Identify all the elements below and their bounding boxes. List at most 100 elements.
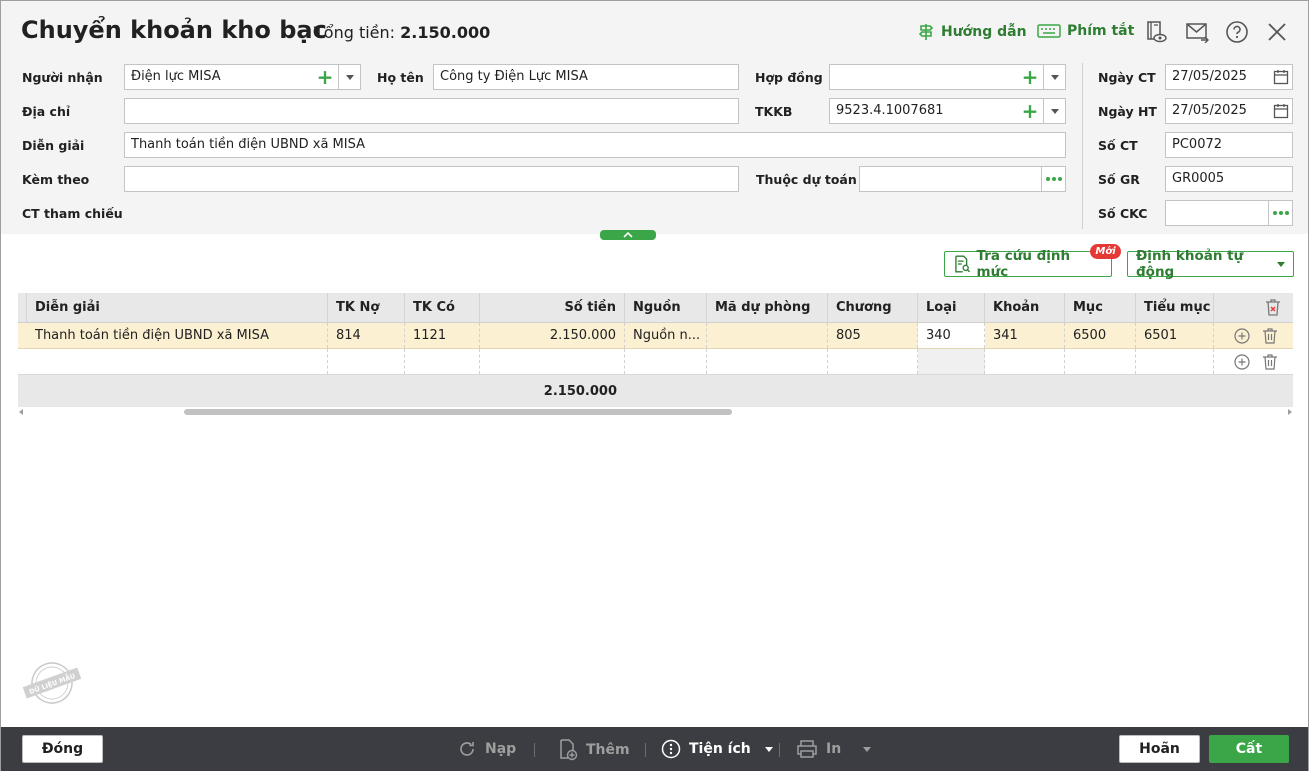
contract-field[interactable]: + — [829, 64, 1066, 90]
cell-description[interactable]: Thanh toán tiền điện UBND xã MISA — [27, 323, 328, 348]
chevron-down-icon — [863, 746, 872, 752]
table-row[interactable] — [18, 349, 1293, 375]
col-type[interactable]: Loại — [918, 293, 985, 322]
page-title: Chuyển khoản kho bạc — [21, 16, 327, 44]
preview-icon[interactable] — [1143, 19, 1169, 45]
horizontal-scrollbar[interactable] — [18, 408, 1293, 416]
budget-estimate-more-icon[interactable] — [1041, 167, 1065, 191]
add-button[interactable]: Thêm — [558, 739, 630, 761]
auto-posting-button[interactable]: Định khoản tự động — [1127, 248, 1294, 280]
cell-source[interactable]: Nguồn n... — [625, 323, 707, 348]
cell-section[interactable]: 341 — [985, 323, 1065, 348]
col-amount[interactable]: Số tiền — [480, 293, 625, 322]
refresh-icon — [460, 742, 474, 756]
guide-label: Hướng dẫn — [941, 24, 1027, 40]
delete-all-rows-icon[interactable] — [1214, 293, 1293, 322]
doc-date-value: 27/05/2025 — [1172, 69, 1247, 84]
treasury-account-field[interactable]: 9523.4.1007681 + — [829, 98, 1066, 124]
separator — [779, 743, 780, 757]
send-email-icon[interactable] — [1184, 19, 1210, 45]
cell-credit-account[interactable]: 1121 — [405, 323, 480, 348]
col-source[interactable]: Nguồn — [625, 293, 707, 322]
cell-type[interactable] — [918, 349, 985, 374]
doc-number-field[interactable]: PC0072 — [1165, 132, 1293, 158]
cell-sub-item[interactable]: 6501 — [1136, 323, 1214, 348]
recipient-field[interactable]: Điện lực MISA + — [124, 64, 361, 90]
col-sub-item[interactable]: Tiểu mục — [1136, 293, 1214, 322]
gr-number-field[interactable]: GR0005 — [1165, 166, 1293, 192]
divider — [1082, 63, 1083, 229]
ckc-number-field[interactable] — [1165, 200, 1293, 226]
delete-row-icon[interactable] — [1262, 353, 1278, 370]
cell-item[interactable] — [1065, 349, 1136, 374]
cell-item[interactable]: 6500 — [1065, 323, 1136, 348]
description-field[interactable]: Thanh toán tiền điện UBND xã MISA — [124, 132, 1066, 158]
cell-debit-account[interactable] — [328, 349, 405, 374]
collapse-form-toggle[interactable] — [600, 230, 656, 240]
col-credit-account[interactable]: TK Có — [405, 293, 480, 322]
treasury-account-value: 9523.4.1007681 — [836, 103, 944, 118]
col-reserve-code[interactable]: Mã dự phòng — [707, 293, 828, 322]
new-badge: Mới — [1090, 244, 1121, 259]
cell-chapter[interactable]: 805 — [828, 323, 918, 348]
add-contract-icon[interactable]: + — [1018, 65, 1042, 89]
delete-row-icon[interactable] — [1262, 327, 1278, 344]
close-button[interactable]: Đóng — [22, 735, 103, 763]
cell-reserve-code[interactable] — [707, 349, 828, 374]
guide-link[interactable]: Hướng dẫn — [917, 23, 1027, 41]
cell-amount[interactable]: 2.150.000 — [480, 323, 625, 348]
attachment-field[interactable] — [124, 166, 739, 192]
calendar-icon[interactable] — [1270, 65, 1292, 89]
print-button[interactable]: In — [796, 739, 872, 759]
treasury-account-dropdown-icon[interactable] — [1043, 99, 1065, 123]
cell-description[interactable] — [27, 349, 328, 374]
row-indicator-cell — [18, 323, 27, 348]
add-recipient-icon[interactable]: + — [313, 65, 337, 89]
keyboard-icon — [1037, 24, 1061, 38]
lookup-norm-button[interactable]: Tra cứu định mức — [944, 248, 1112, 280]
shortcut-link[interactable]: Phím tắt — [1037, 23, 1134, 39]
save-button[interactable]: Cất — [1209, 735, 1289, 763]
full-name-field[interactable]: Công ty Điện Lực MISA — [433, 64, 739, 90]
col-item[interactable]: Mục — [1065, 293, 1136, 322]
col-chapter[interactable]: Chương — [828, 293, 918, 322]
ckc-more-icon[interactable] — [1268, 201, 1292, 225]
scroll-left-icon[interactable] — [18, 409, 24, 415]
scroll-right-icon[interactable] — [1287, 409, 1293, 415]
cell-debit-account[interactable]: 814 — [328, 323, 405, 348]
shortcut-label: Phím tắt — [1067, 23, 1135, 39]
posting-date-field[interactable]: 27/05/2025 — [1165, 98, 1293, 124]
contract-dropdown-icon[interactable] — [1043, 65, 1065, 89]
recipient-dropdown-icon[interactable] — [338, 65, 360, 89]
utility-menu-button[interactable]: Tiện ích — [661, 739, 773, 759]
col-section[interactable]: Khoản — [985, 293, 1065, 322]
gr-number-value: GR0005 — [1172, 171, 1225, 186]
cell-type[interactable]: 340 — [918, 323, 985, 348]
cell-chapter[interactable] — [828, 349, 918, 374]
cell-source[interactable] — [625, 349, 707, 374]
col-debit-account[interactable]: TK Nợ — [328, 293, 405, 322]
attachment-label: Kèm theo — [22, 172, 90, 187]
calendar-icon[interactable] — [1270, 99, 1292, 123]
close-icon[interactable] — [1264, 19, 1290, 45]
scrollbar-thumb[interactable] — [184, 409, 732, 415]
col-description[interactable]: Diễn giải — [27, 293, 328, 322]
cell-sub-item[interactable] — [1136, 349, 1214, 374]
cell-reserve-code[interactable] — [707, 323, 828, 348]
add-treasury-account-icon[interactable]: + — [1018, 99, 1042, 123]
reference-doc-label: CT tham chiếu — [22, 206, 123, 221]
add-row-icon[interactable] — [1234, 353, 1250, 370]
posting-date-label: Ngày HT — [1098, 104, 1157, 119]
cell-section[interactable] — [985, 349, 1065, 374]
cell-amount[interactable] — [480, 349, 625, 374]
help-icon[interactable] — [1224, 19, 1250, 45]
total-amount: Tổng tiền: 2.150.000 — [314, 23, 490, 42]
cancel-button[interactable]: Hoãn — [1119, 735, 1200, 763]
reload-button[interactable]: Nạp — [457, 739, 516, 759]
doc-date-field[interactable]: 27/05/2025 — [1165, 64, 1293, 90]
cell-credit-account[interactable] — [405, 349, 480, 374]
add-row-icon[interactable] — [1234, 327, 1250, 344]
table-row[interactable]: Thanh toán tiền điện UBND xã MISA 814 11… — [18, 323, 1293, 349]
budget-estimate-field[interactable] — [859, 166, 1066, 192]
address-field[interactable] — [124, 98, 739, 124]
